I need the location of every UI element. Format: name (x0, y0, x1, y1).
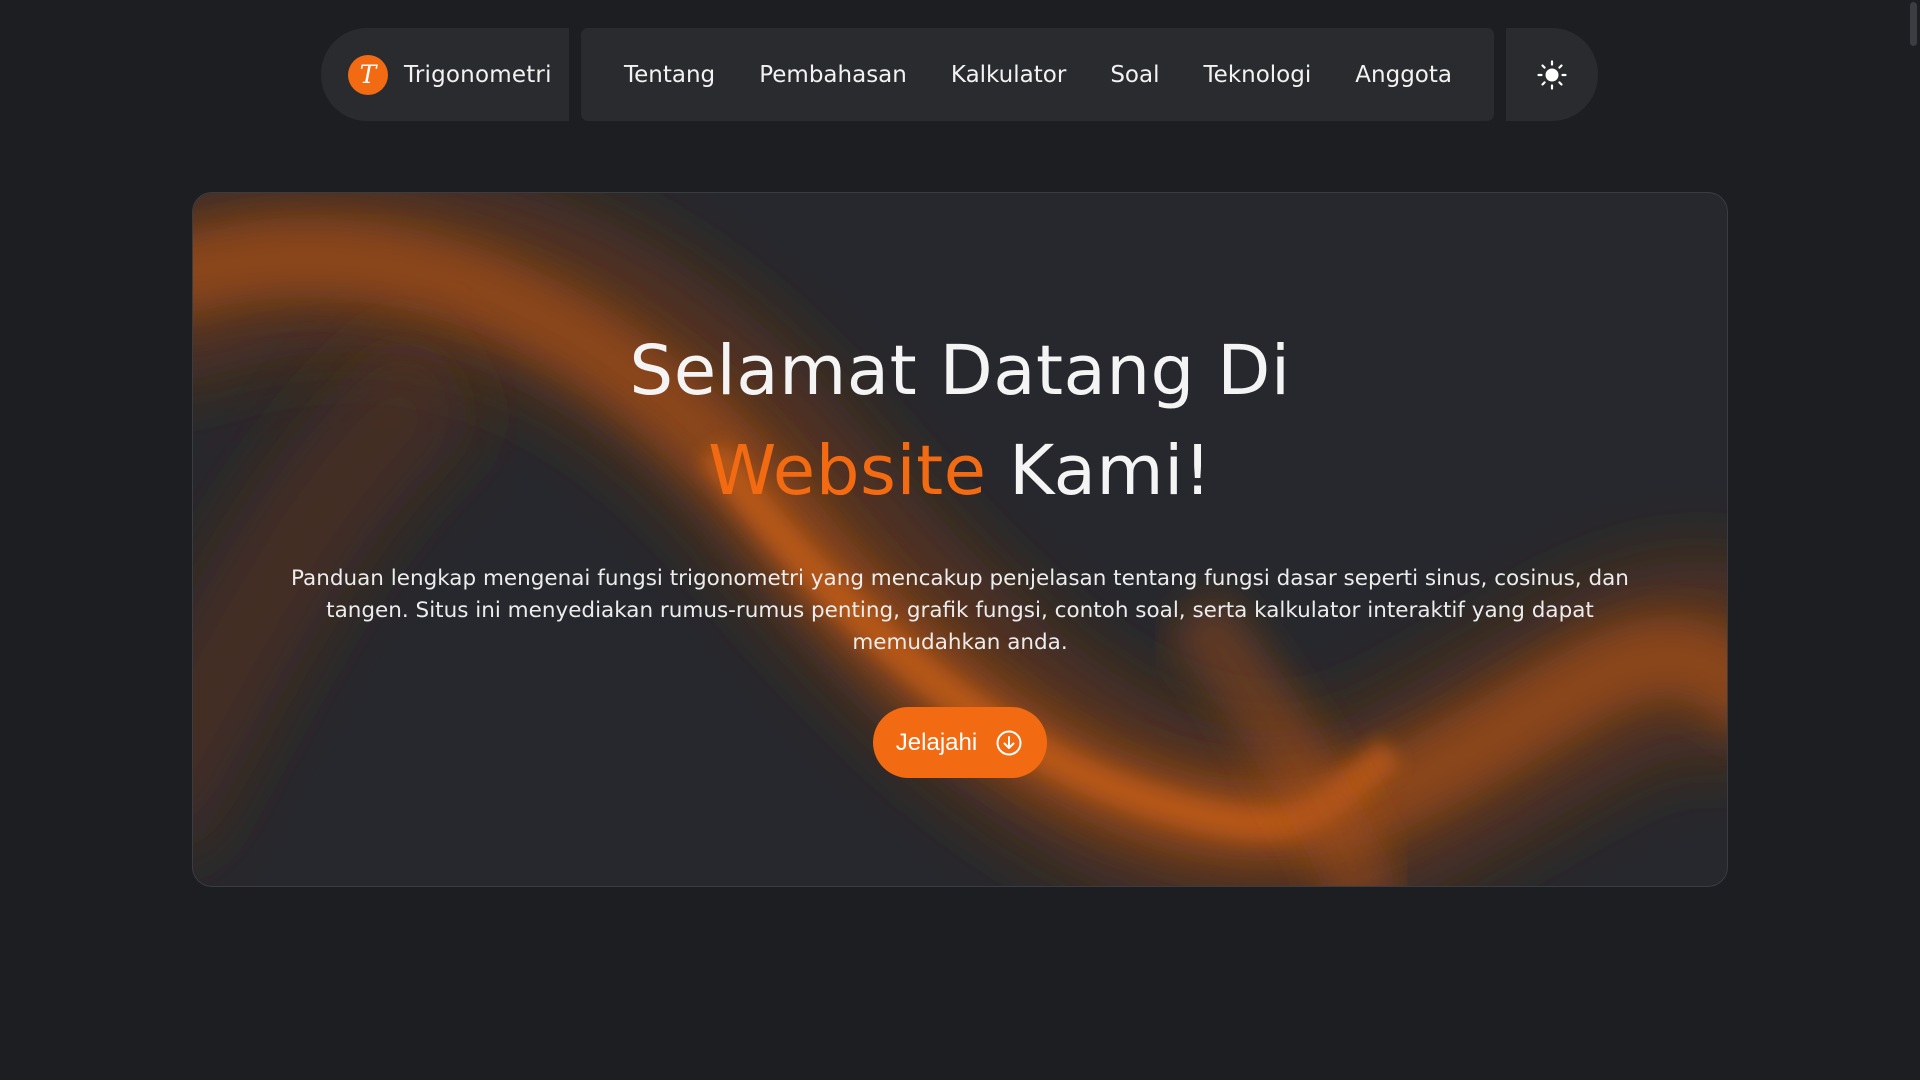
navbar: T Trigonometri Tentang Pembahasan Kalkul… (321, 28, 1598, 121)
explore-button[interactable]: Jelajahi (872, 707, 1048, 778)
nav-menu: Tentang Pembahasan Kalkulator Soal Tekno… (581, 28, 1494, 121)
hero-content: Selamat Datang Di Website Kami! Panduan … (193, 193, 1727, 886)
brand-logo-icon: T (348, 54, 388, 95)
hero-description: Panduan lengkap mengenai fungsi trigonom… (291, 566, 1629, 655)
nav-item-pembahasan[interactable]: Pembahasan (759, 62, 907, 88)
brand-link[interactable]: T Trigonometri (321, 28, 569, 121)
sun-icon (1537, 59, 1567, 90)
hero-title-line1: Selamat Datang Di (629, 331, 1291, 411)
hero-title-accent: Website (708, 431, 987, 511)
nav-item-kalkulator[interactable]: Kalkulator (951, 62, 1066, 88)
hero-title: Selamat Datang Di Website Kami! (629, 321, 1290, 521)
explore-button-label: Jelajahi (895, 728, 978, 756)
nav-item-teknologi[interactable]: Teknologi (1204, 62, 1312, 88)
hero-section: Selamat Datang Di Website Kami! Panduan … (192, 192, 1728, 887)
brand-name: Trigonometri (404, 61, 552, 88)
page-scrollbar[interactable] (1906, 0, 1920, 1080)
hero-title-line2: Kami! (1009, 431, 1212, 511)
nav-item-tentang[interactable]: Tentang (624, 62, 715, 88)
arrow-down-circle-icon (996, 730, 1022, 755)
nav-item-anggota[interactable]: Anggota (1355, 62, 1452, 88)
scrollbar-thumb[interactable] (1910, 2, 1917, 46)
theme-toggle-button[interactable] (1506, 28, 1598, 121)
nav-item-soal[interactable]: Soal (1110, 62, 1159, 88)
